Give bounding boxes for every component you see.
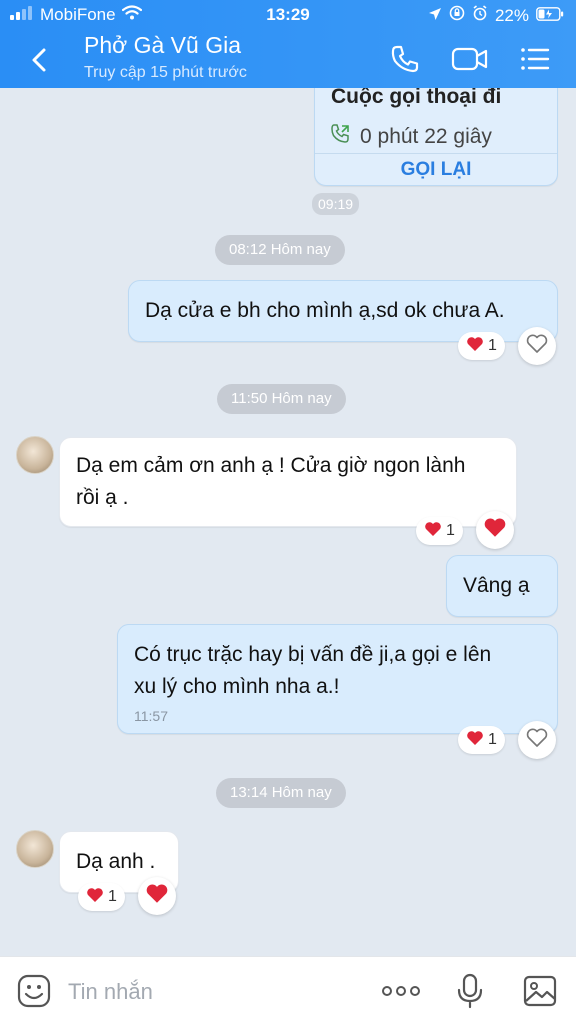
date-separator: 08:12 Hôm nay [215, 235, 345, 265]
message-incoming[interactable]: Dạ em cảm ơn anh ạ ! Cửa giờ ngon lành r… [59, 437, 517, 527]
microphone-icon[interactable] [452, 973, 488, 1009]
avatar[interactable] [16, 436, 54, 474]
call-duration: 0 phút 22 giây [360, 125, 492, 148]
heart-outline-icon [526, 334, 548, 359]
heart-icon [424, 521, 442, 542]
message-text-line: Dạ em cảm ơn anh ạ ! Cửa giờ ngon lành [76, 454, 466, 477]
message-outgoing[interactable]: Có trục trặc hay bị vấn đề ji,a gọi e lê… [117, 624, 558, 734]
phone-icon[interactable] [388, 42, 422, 76]
react-button[interactable] [518, 721, 556, 759]
message-text-line: Có trục trặc hay bị vấn đề ji,a gọi e lê… [134, 643, 492, 666]
video-icon[interactable] [450, 42, 490, 76]
lock-rotation-icon [449, 5, 465, 26]
call-back-button[interactable]: GỌI LẠI [315, 155, 557, 185]
message-list[interactable]: Cuộc gọi thoại đi 0 phút 22 giây GỌI LẠI… [0, 88, 576, 956]
date-separator: 13:14 Hôm nay [216, 778, 346, 808]
more-icon[interactable] [380, 973, 422, 1009]
reaction-summary[interactable]: 1 [458, 332, 505, 360]
contact-name[interactable]: Phở Gà Vũ Gia [84, 32, 241, 59]
react-button[interactable] [518, 327, 556, 365]
message-text: Dạ cửa e bh cho mình ạ,sd ok chưa A. [145, 299, 505, 322]
reaction-count: 1 [446, 522, 455, 539]
heart-icon [86, 887, 104, 908]
outgoing-call-icon [329, 123, 351, 155]
chat-header: MobiFone 13:29 22% Phở Gà Vũ Gia Truy cậ… [0, 0, 576, 88]
heart-icon [466, 730, 484, 751]
image-icon[interactable] [522, 973, 558, 1009]
reaction-count: 1 [488, 731, 497, 748]
status-bar: MobiFone 13:29 22% [0, 0, 576, 30]
menu-icon[interactable] [518, 42, 552, 76]
divider [315, 153, 557, 154]
battery-percent: 22% [494, 5, 529, 25]
heart-icon [483, 517, 507, 544]
heart-outline-icon [526, 728, 548, 753]
reaction-summary[interactable]: 1 [458, 726, 505, 754]
avatar[interactable] [16, 830, 54, 868]
reaction-count: 1 [488, 337, 497, 354]
back-icon[interactable] [24, 44, 56, 76]
react-button[interactable] [476, 511, 514, 549]
battery-icon [536, 6, 564, 26]
location-icon [428, 6, 442, 26]
date-separator: 11:50 Hôm nay [217, 384, 346, 414]
composer-bar [0, 956, 576, 1025]
message-text-line: xu lý cho mình nha a.! [134, 675, 340, 698]
reaction-summary[interactable]: 1 [416, 517, 463, 545]
message-text: Vâng ạ [463, 574, 530, 597]
heart-icon [145, 883, 169, 910]
message-time: 11:57 [134, 708, 168, 724]
message-text: Dạ anh . [76, 850, 156, 873]
message-text-line: rồi ạ . [76, 486, 129, 509]
reaction-summary[interactable]: 1 [78, 883, 125, 911]
message-input[interactable] [66, 973, 360, 1011]
last-seen: Truy cập 15 phút trước [84, 64, 247, 81]
call-card[interactable]: Cuộc gọi thoại đi 0 phút 22 giây GỌI LẠI [314, 88, 558, 186]
sticker-icon[interactable] [16, 973, 52, 1009]
call-card-title: Cuộc gọi thoại đi [331, 88, 502, 108]
react-button[interactable] [138, 877, 176, 915]
message-outgoing[interactable]: Vâng ạ [446, 555, 558, 617]
alarm-icon [472, 5, 488, 26]
reaction-count: 1 [108, 888, 117, 905]
heart-icon [466, 336, 484, 357]
call-time: 09:19 [312, 193, 360, 215]
